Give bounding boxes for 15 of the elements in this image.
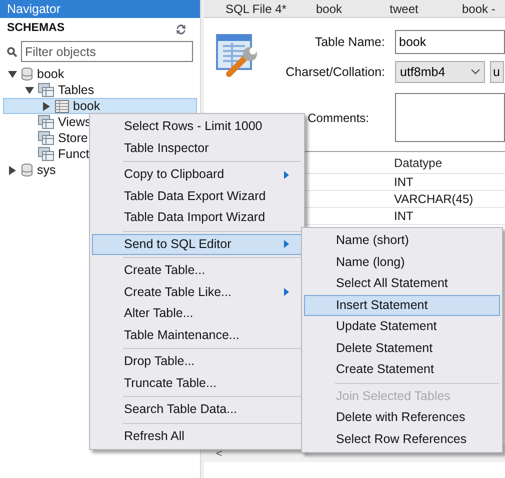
tree-label: Tables	[58, 82, 94, 99]
tree-label: book	[73, 98, 100, 115]
table-cell-text: VARCHAR(45)	[394, 191, 474, 208]
field-label: Charset/Collation:	[284, 64, 386, 81]
tree-label: book	[37, 66, 64, 83]
table-cell-text: INT	[394, 174, 414, 191]
field-label: Table Name:	[314, 34, 386, 51]
tree-label: sys	[37, 162, 56, 179]
section-title: SCHEMAS	[7, 21, 65, 36]
tree-label: Funct	[58, 146, 90, 163]
table-cell-text: INT	[394, 208, 414, 225]
column-header: Datatype	[394, 154, 442, 172]
panel-title: Navigator	[7, 0, 60, 18]
field-label: Comments:	[306, 110, 370, 126]
tree-label: Store	[58, 130, 88, 147]
